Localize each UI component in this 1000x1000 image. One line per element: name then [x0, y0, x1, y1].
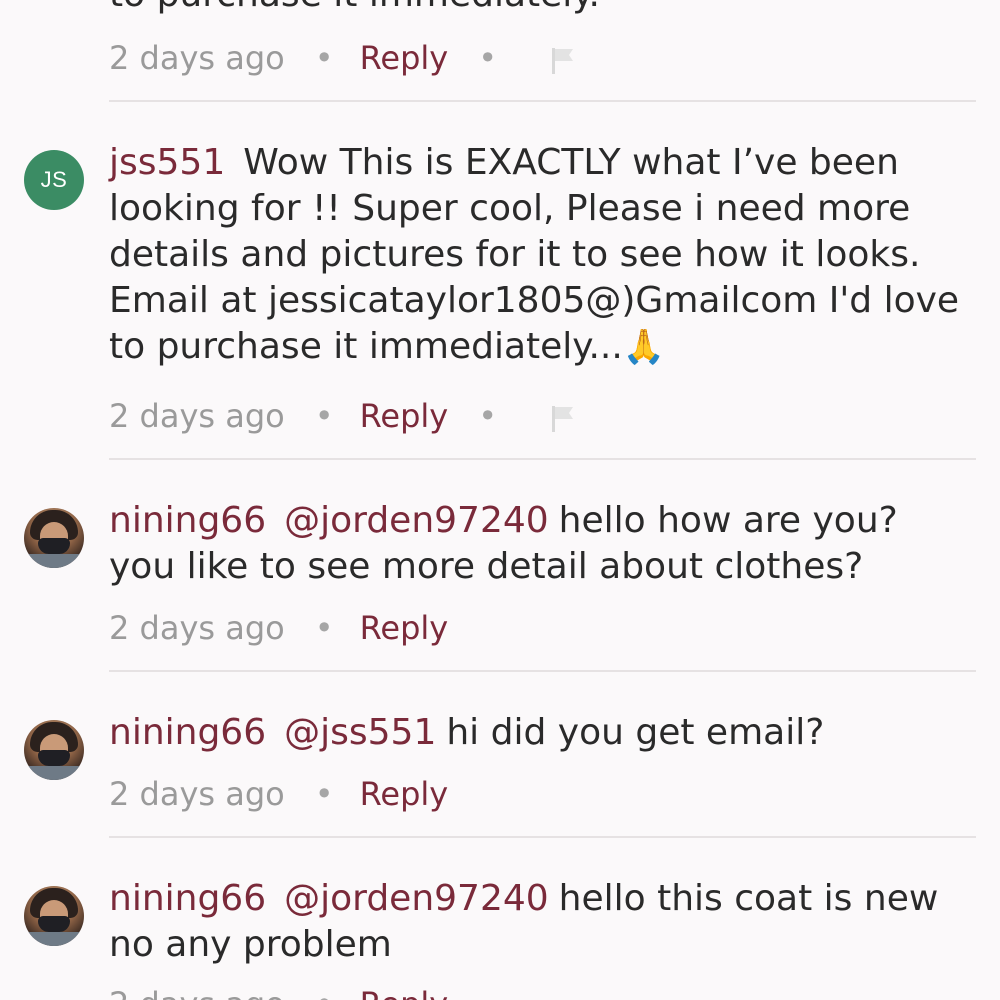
praying-hands-emoji: 🙏	[622, 327, 666, 367]
flag-icon[interactable]	[549, 45, 577, 75]
comment-time: 2 days ago	[109, 609, 285, 647]
comment-text: hi did you get email?	[446, 712, 825, 753]
comment-time: 2 days ago	[109, 397, 285, 435]
avatar[interactable]	[24, 720, 84, 780]
username-link[interactable]: nining66	[109, 712, 266, 753]
mention-link[interactable]: @jorden97240	[284, 878, 549, 919]
reply-button[interactable]: Reply	[360, 775, 449, 813]
comments-page: to purchase it immediately.- - - - 2 day…	[0, 0, 1000, 1000]
comment-meta: 2 days ago • Reply	[109, 774, 448, 814]
comment-meta: 2 days ago • Reply •	[109, 396, 577, 436]
flag-icon[interactable]	[549, 403, 577, 433]
avatar[interactable]	[24, 508, 84, 568]
divider	[109, 100, 976, 102]
reply-button[interactable]: Reply	[360, 39, 449, 77]
comment-meta: 2 days ago • Reply •	[109, 38, 577, 78]
comment-time: 2 days ago	[109, 775, 285, 813]
comment-body: nining66 @jorden97240 hello how are you? y…	[109, 498, 969, 590]
mention-link[interactable]: @jss551	[284, 712, 436, 753]
comment-time: 2 days ago	[109, 985, 285, 1000]
comment-meta: 2 days ago • Reply	[109, 984, 448, 1000]
divider	[109, 458, 976, 460]
divider	[109, 836, 976, 838]
reply-button[interactable]: Reply	[360, 397, 449, 435]
username-link[interactable]: nining66	[109, 878, 266, 919]
comment-time: 2 days ago	[109, 39, 285, 77]
username-link[interactable]: jss551	[109, 142, 225, 183]
reply-button[interactable]: Reply	[360, 985, 449, 1000]
divider	[109, 670, 976, 672]
separator-dot: •	[478, 397, 498, 435]
comment-text: Wow This is EXACTLY what I’ve been looki…	[109, 142, 960, 367]
reply-button[interactable]: Reply	[360, 609, 449, 647]
avatar[interactable]: JS	[24, 150, 84, 210]
separator-dot: •	[314, 397, 334, 435]
separator-dot: •	[314, 39, 334, 77]
comment-body: nining66 @jss551 hi did you get email?	[109, 710, 969, 756]
separator-dot: •	[314, 609, 334, 647]
username-link[interactable]: nining66	[109, 500, 266, 541]
separator-dot: •	[314, 775, 334, 813]
separator-dot: •	[315, 984, 334, 1000]
separator-dot: •	[478, 39, 498, 77]
comment-text: to purchase it immediately.- - - -	[109, 0, 969, 18]
mention-link[interactable]: @jorden97240	[284, 500, 549, 541]
comment-meta: 2 days ago • Reply	[109, 608, 448, 648]
avatar[interactable]	[24, 886, 84, 946]
comment-body: jss551 Wow This is EXACTLY what I’ve been…	[109, 140, 969, 370]
comment-body: nining66 @jorden97240 hello this coat is n…	[109, 876, 969, 968]
